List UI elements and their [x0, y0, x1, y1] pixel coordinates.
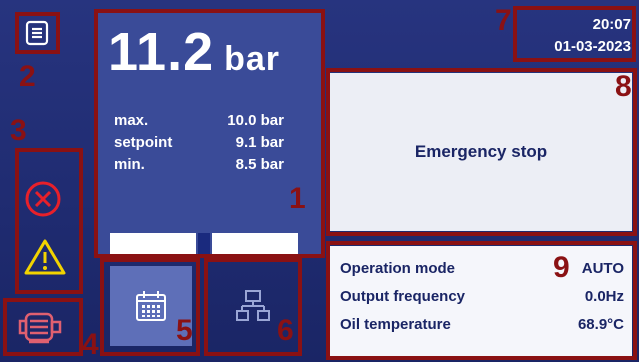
marker-frame-1 — [94, 9, 325, 258]
marker-2: 2 — [19, 60, 36, 93]
motor-icon — [18, 312, 62, 344]
motor-status[interactable] — [12, 306, 68, 348]
marker-8: 8 — [615, 70, 632, 103]
marker-5: 5 — [176, 314, 193, 347]
warning-indicator[interactable] — [22, 236, 68, 278]
marker-frame-7 — [513, 6, 636, 62]
marker-frame-8 — [326, 68, 637, 236]
error-icon — [25, 181, 61, 217]
marker-1: 1 — [289, 182, 306, 215]
marker-3: 3 — [10, 114, 27, 147]
marker-frame-9 — [326, 241, 637, 360]
warning-icon — [24, 239, 66, 275]
error-indicator[interactable] — [22, 178, 64, 220]
marker-frame-2 — [15, 12, 60, 54]
marker-4: 4 — [82, 328, 99, 361]
marker-6: 6 — [277, 314, 294, 347]
marker-9: 9 — [553, 251, 570, 284]
marker-7: 7 — [495, 4, 512, 37]
